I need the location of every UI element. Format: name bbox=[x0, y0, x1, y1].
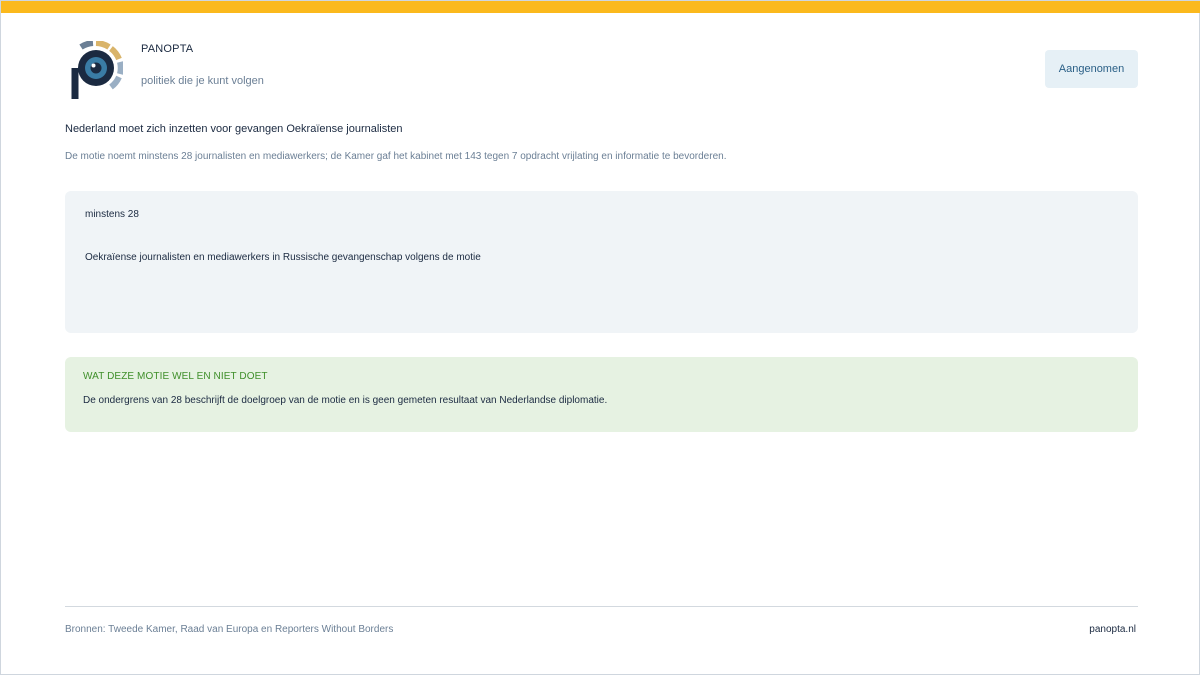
stat-card: minstens 28 Oekraïense journalisten en m… bbox=[65, 191, 1138, 333]
brand-name: PANOPTA bbox=[141, 43, 194, 55]
stat-value: minstens 28 bbox=[85, 209, 139, 220]
panopta-logo-icon bbox=[71, 41, 123, 99]
note-card: WAT DEZE MOTIE WEL EN NIET DOET De onder… bbox=[65, 357, 1138, 432]
note-body: De ondergrens van 28 beschrijft de doelg… bbox=[83, 395, 608, 406]
footer-divider bbox=[65, 606, 1138, 607]
note-heading: WAT DEZE MOTIE WEL EN NIET DOET bbox=[83, 371, 268, 382]
footer-sources: Bronnen: Tweede Kamer, Raad van Europa e… bbox=[65, 624, 394, 635]
footer-site-link[interactable]: panopta.nl bbox=[1089, 624, 1136, 635]
page-summary: De motie noemt minstens 28 journalisten … bbox=[65, 151, 727, 162]
brand-tagline: politiek die je kunt volgen bbox=[141, 75, 264, 87]
social-card: PANOPTA politiek die je kunt volgen Aang… bbox=[0, 0, 1200, 675]
accent-bar bbox=[1, 1, 1200, 13]
stat-description: Oekraïense journalisten en mediawerkers … bbox=[85, 252, 481, 263]
page-title: Nederland moet zich inzetten voor gevang… bbox=[65, 123, 403, 135]
status-badge: Aangenomen bbox=[1045, 50, 1138, 88]
